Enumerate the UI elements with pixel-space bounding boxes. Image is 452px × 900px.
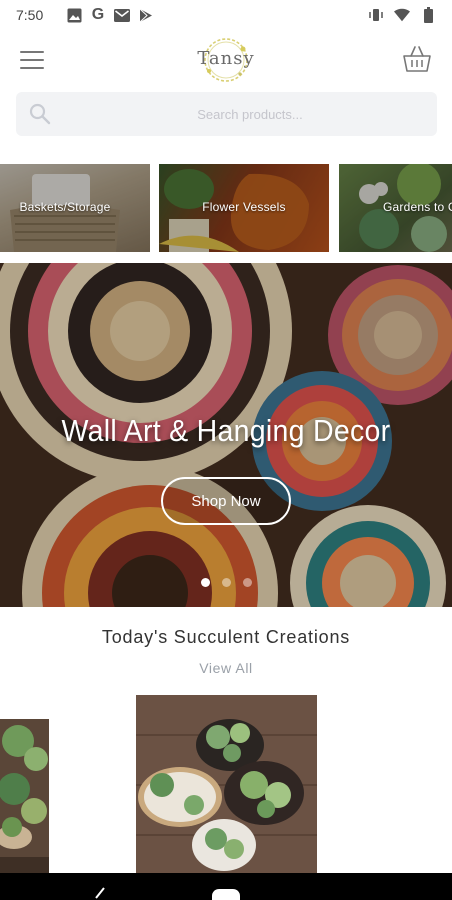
system-nav-bar (0, 873, 452, 900)
category-tile-baskets-storage[interactable]: Baskets/Storage (0, 164, 150, 252)
section-title: Today's Succulent Creations (101, 627, 351, 647)
hero-banner[interactable]: Wall Art & Hanging Decor Shop Now (0, 263, 452, 607)
system-icons (368, 7, 436, 23)
status-bar: 7:50 G (0, 0, 452, 30)
carousel-dot-3[interactable] (242, 578, 252, 587)
category-label: Gardens to Go (383, 200, 452, 214)
carousel-dots (0, 578, 452, 587)
category-label: Baskets/Storage (19, 200, 111, 214)
logo-text: Tansy (197, 48, 255, 69)
view-all-link[interactable]: View All (0, 660, 452, 676)
app-header: Tansy (0, 30, 452, 90)
carousel-dot-1[interactable] (200, 578, 210, 587)
photos-icon (66, 7, 82, 23)
basket-icon[interactable] (402, 44, 432, 74)
search-bar[interactable] (16, 92, 440, 136)
category-label: Flower Vessels (202, 200, 286, 214)
play-store-icon (138, 7, 154, 23)
google-icon: G (91, 6, 105, 23)
tansy-logo[interactable]: Tansy (196, 35, 256, 85)
wifi-icon (394, 7, 410, 23)
product-card-previous[interactable] (0, 719, 49, 875)
vibrate-icon (368, 7, 384, 23)
hero-title: Wall Art & Hanging Decor (61, 413, 391, 448)
shop-now-button[interactable]: Shop Now (161, 477, 291, 525)
hamburger-menu-icon[interactable] (18, 48, 46, 72)
category-tile-gardens-to-go[interactable]: Gardens to Go (339, 164, 452, 252)
mail-icon (114, 7, 130, 23)
back-icon[interactable] (92, 885, 106, 900)
status-time: 7:50 (16, 7, 44, 23)
search-input[interactable] (60, 92, 440, 136)
category-carousel: Baskets/Storage Flower Vessels Gardens t… (0, 164, 452, 252)
search-icon (28, 102, 52, 126)
product-card-succulent-garden[interactable] (136, 695, 317, 875)
category-tile-flower-vessels[interactable]: Flower Vessels (159, 164, 329, 252)
carousel-dot-2[interactable] (221, 578, 231, 587)
home-icon[interactable] (212, 889, 240, 900)
notification-icons: G (66, 7, 154, 23)
battery-icon (420, 7, 436, 23)
